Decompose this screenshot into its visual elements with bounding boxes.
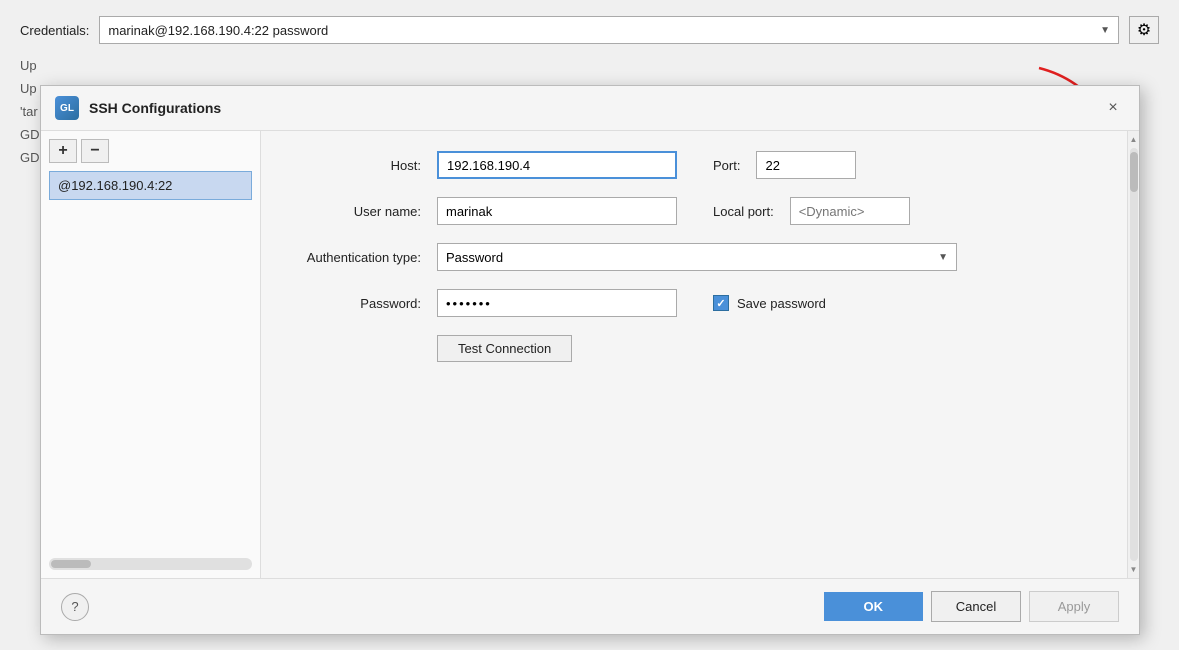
username-label: User name: [291, 204, 421, 219]
right-panel: Host: Port: User name: Local port: Authe… [261, 131, 1127, 578]
save-password-row: Save password [713, 295, 826, 311]
password-row: Password: Save password [291, 289, 1097, 317]
cancel-button[interactable]: Cancel [931, 591, 1021, 622]
scrollbar-thumb [51, 560, 91, 568]
credentials-dropdown-arrow: ▼ [1100, 25, 1110, 36]
left-panel-toolbar: + − [49, 139, 252, 163]
host-label: Host: [291, 158, 421, 173]
credentials-select[interactable]: marinak@192.168.190.4:22 password ▼ [99, 16, 1119, 44]
port-label: Port: [713, 158, 740, 173]
host-input[interactable] [437, 151, 677, 179]
username-input[interactable] [437, 197, 677, 225]
credentials-row: Credentials: marinak@192.168.190.4:22 pa… [20, 16, 1159, 44]
config-list: @192.168.190.4:22 [49, 171, 252, 554]
left-panel: + − @192.168.190.4:22 [41, 131, 261, 578]
test-connection-row: Test Connection [291, 335, 1097, 362]
scroll-down-arrow[interactable]: ▼ [1128, 563, 1139, 576]
modal-footer: ? OK Cancel Apply [41, 578, 1139, 634]
host-port-row: Host: Port: [291, 151, 1097, 179]
auth-row: Authentication type: Password ▼ [291, 243, 1097, 271]
save-password-label: Save password [737, 296, 826, 311]
scroll-up-arrow[interactable]: ▲ [1128, 133, 1139, 146]
modal-icon: GL [55, 96, 79, 120]
remove-config-button[interactable]: − [81, 139, 109, 163]
auth-label: Authentication type: [291, 250, 421, 265]
localport-input[interactable] [790, 197, 910, 225]
modal-titlebar: GL SSH Configurations × [41, 86, 1139, 131]
list-item: Up [20, 56, 1159, 75]
help-button[interactable]: ? [61, 593, 89, 621]
left-panel-scrollbar[interactable] [49, 558, 252, 570]
auth-type-value: Password [446, 250, 938, 265]
scrollbar-thumb [1130, 152, 1138, 192]
modal-scrollbar[interactable]: ▲ ▼ [1127, 131, 1139, 578]
auth-dropdown-arrow: ▼ [938, 252, 948, 263]
scrollbar-track [1130, 148, 1138, 561]
username-localport-row: User name: Local port: [291, 197, 1097, 225]
close-button[interactable]: × [1101, 96, 1125, 120]
gear-button[interactable]: ⚙ [1129, 16, 1159, 44]
port-input[interactable] [756, 151, 856, 179]
test-connection-button[interactable]: Test Connection [437, 335, 572, 362]
modal-dialog: GL SSH Configurations × + − @192.168.190… [40, 85, 1140, 635]
config-list-item[interactable]: @192.168.190.4:22 [49, 171, 252, 200]
auth-type-select[interactable]: Password ▼ [437, 243, 957, 271]
localport-label: Local port: [713, 204, 774, 219]
ok-button[interactable]: OK [824, 592, 924, 621]
credentials-value: marinak@192.168.190.4:22 password [108, 23, 1100, 38]
add-config-button[interactable]: + [49, 139, 77, 163]
modal-body: + − @192.168.190.4:22 Host: Port: User n… [41, 131, 1139, 578]
password-label: Password: [291, 296, 421, 311]
credentials-text: marinak@192.168.190.4:22 password [108, 23, 328, 38]
modal-title: SSH Configurations [89, 100, 1091, 116]
apply-button[interactable]: Apply [1029, 591, 1119, 622]
password-input[interactable] [437, 289, 677, 317]
save-password-checkbox[interactable] [713, 295, 729, 311]
credentials-label: Credentials: [20, 23, 89, 38]
